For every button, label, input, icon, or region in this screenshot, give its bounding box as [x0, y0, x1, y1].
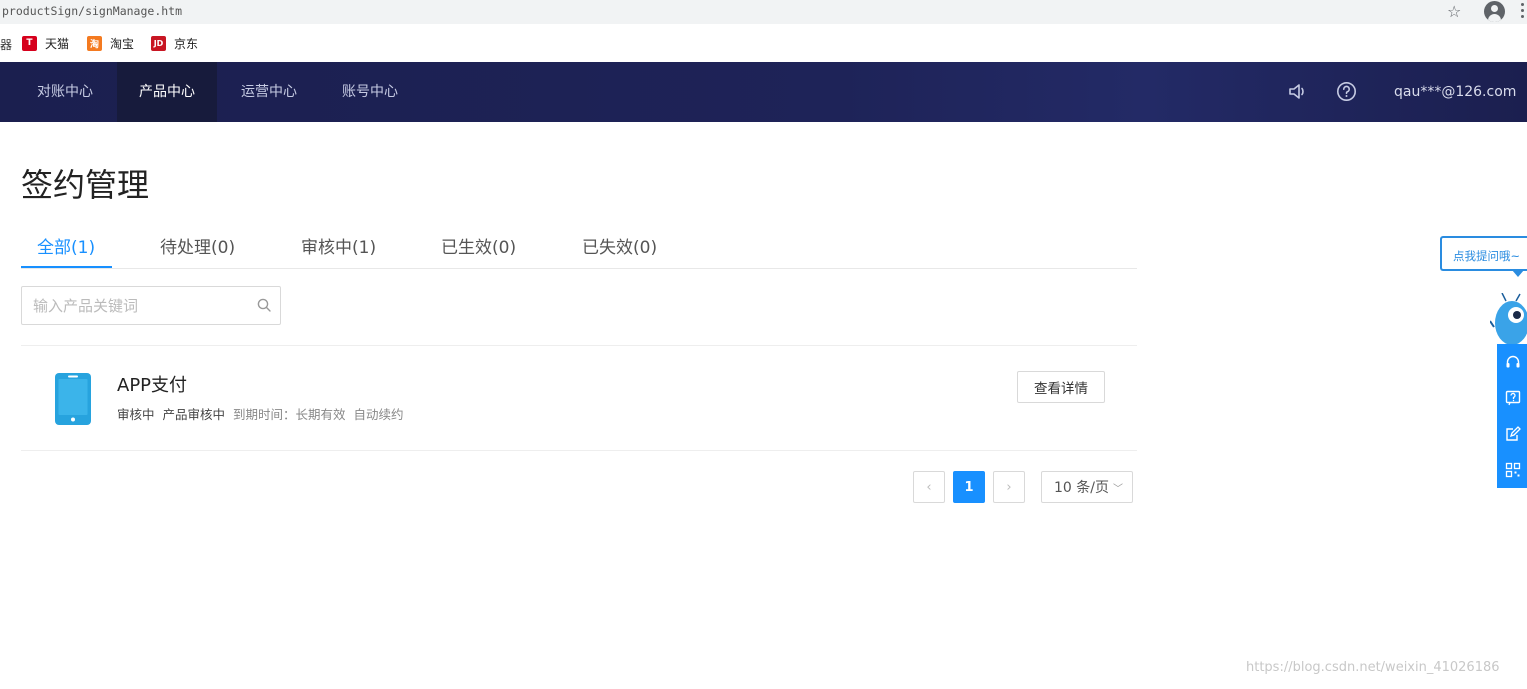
help-sidebar — [1497, 344, 1527, 488]
browser-menu-icon[interactable] — [1521, 3, 1527, 21]
prev-page-button[interactable]: ‹ — [913, 471, 945, 503]
nav-item-products[interactable]: 产品中心 — [117, 62, 217, 122]
watermark: https://blog.csdn.net/weixin_41026186 — [1246, 660, 1500, 675]
tab-active[interactable]: 已生效(0) — [441, 233, 516, 258]
top-nav: 对账中心 产品中心 运营中心 账号中心 qau***@126.com — [0, 62, 1527, 122]
product-sub-status: 产品审核中 — [162, 407, 226, 422]
phone-icon — [55, 373, 91, 429]
page-number-button[interactable]: 1 — [953, 471, 985, 503]
page-title: 签约管理 — [21, 166, 150, 204]
mascot-icon[interactable] — [1490, 293, 1527, 345]
bookmark-jd[interactable]: JD 京东 — [151, 35, 198, 51]
next-page-button[interactable]: › — [993, 471, 1025, 503]
bubble-tail — [1512, 270, 1524, 277]
view-details-button[interactable]: 查看详情 — [1017, 371, 1105, 403]
profile-icon[interactable] — [1484, 1, 1505, 22]
question-icon[interactable] — [1505, 390, 1521, 406]
product-meta: 审核中 产品审核中 到期时间：长期有效 自动续约 — [117, 404, 404, 423]
bookmark-label: 淘宝 — [110, 36, 135, 51]
search-icon[interactable] — [257, 297, 271, 316]
tab-all[interactable]: 全部(1) — [37, 233, 95, 258]
qrcode-icon[interactable] — [1505, 462, 1521, 478]
nav-item-account[interactable]: 账号中心 — [320, 62, 420, 122]
bookmark-taobao[interactable]: 淘 淘宝 — [87, 35, 134, 51]
bookmark-tmall[interactable]: T 天猫 — [22, 35, 69, 51]
address-bar[interactable]: productSign/signManage.htm ☆ — [0, 0, 1527, 24]
ask-bubble[interactable]: 点我提问哦~ — [1440, 236, 1527, 271]
bookmark-label: 天猫 — [45, 36, 70, 51]
user-email[interactable]: qau***@126.com — [1394, 62, 1516, 122]
chevron-down-icon: ﹀ — [1112, 483, 1123, 495]
tmall-icon: T — [22, 35, 37, 51]
headset-icon[interactable] — [1505, 354, 1521, 370]
product-status: 审核中 — [117, 407, 155, 422]
edit-icon[interactable] — [1505, 426, 1521, 442]
nav-item-operations[interactable]: 运营中心 — [219, 62, 319, 122]
product-renew: 自动续约 — [353, 407, 404, 422]
product-search — [21, 286, 281, 325]
product-name: APP支付 — [117, 375, 188, 396]
address-url[interactable]: productSign/signManage.htm — [2, 4, 182, 18]
tab-reviewing[interactable]: 审核中(1) — [301, 233, 376, 258]
tab-active-indicator — [21, 266, 112, 268]
bookmark-truncated[interactable]: 器 — [0, 36, 12, 53]
tab-expired[interactable]: 已失效(0) — [582, 233, 657, 258]
page-size-select[interactable]: 10 条/页 ﹀ — [1041, 471, 1133, 503]
help-icon[interactable] — [1336, 81, 1357, 106]
bookmark-label: 京东 — [174, 36, 199, 51]
list-item: APP支付 审核中 产品审核中 到期时间：长期有效 自动续约 查看详情 — [21, 345, 1137, 451]
speaker-icon[interactable] — [1287, 81, 1308, 106]
taobao-icon: 淘 — [87, 35, 102, 51]
jd-icon: JD — [151, 35, 166, 51]
nav-item-reconciliation[interactable]: 对账中心 — [15, 62, 115, 122]
product-expiry: 到期时间：长期有效 — [233, 407, 346, 422]
search-input[interactable] — [33, 295, 253, 317]
page-size-value: 10 条/页 — [1054, 480, 1109, 496]
status-tabs: 全部(1) 待处理(0) 审核中(1) 已生效(0) 已失效(0) — [21, 220, 1137, 269]
bookmark-star-icon[interactable]: ☆ — [1447, 2, 1461, 21]
bookmarks-bar: 器 T 天猫 淘 淘宝 JD 京东 — [0, 24, 1527, 62]
tab-pending[interactable]: 待处理(0) — [160, 233, 235, 258]
